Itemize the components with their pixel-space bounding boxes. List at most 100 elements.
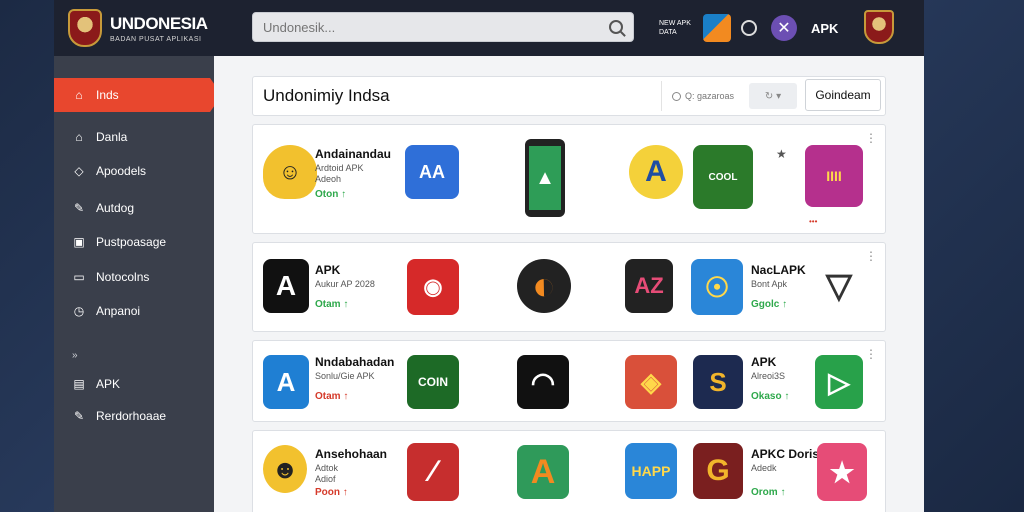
app-icon[interactable]: ◈ (625, 355, 677, 409)
app-subtitle-2: Adeoh (315, 174, 342, 184)
sidebar-item-label: Anpanoi (96, 304, 141, 318)
page-header: Undonimiy Indsa Q: gazaroas ↻ ▾ Goindeam (252, 76, 886, 116)
main-content: Undonimiy Indsa Q: gazaroas ↻ ▾ Goindeam… (214, 56, 924, 512)
edit-icon: ✎ (73, 409, 85, 423)
sidebar-item-label: Rerdorhoaae (96, 409, 167, 423)
app-status: Otam ↑ (315, 299, 349, 310)
sidebar-item-pustpoasage[interactable]: ▣ Pustpoasage (54, 225, 214, 259)
search-icon[interactable] (609, 20, 623, 34)
home-icon: ⌂ (75, 88, 83, 102)
a-app-icon[interactable]: A (263, 259, 309, 313)
app-icon[interactable]: COIN (407, 355, 459, 409)
more-options-icon[interactable]: ⋮ (865, 348, 877, 360)
sidebar-item-label: APK (96, 377, 121, 391)
sidebar-item-label: Pustpoasage (96, 235, 167, 249)
house-icon: ⌂ (75, 130, 83, 144)
app-name: Andainandau (315, 147, 392, 161)
app-status-right: Orom ↑ (751, 487, 786, 498)
brand[interactable]: UNDONESIA BADAN PUSAT APLIKASI (54, 9, 254, 47)
header-action-button[interactable]: Goindeam (805, 79, 881, 111)
circle-icon[interactable] (741, 20, 757, 36)
topbar-actions: NEW APK DATA ✕ APK (659, 10, 838, 46)
app-icon[interactable]: A (517, 445, 569, 499)
brand-title: UNDONESIA (110, 13, 208, 33)
sidebar-item-autdog[interactable]: ✎ Autdog (54, 191, 214, 225)
brand-subtitle: BADAN PUSAT APLIKASI (110, 35, 202, 43)
top-bar: UNDONESIA BADAN PUSAT APLIKASI NEW APK D… (54, 0, 924, 56)
app-row[interactable]: A Nndabahadan Sonlu/Gie APK Otam ↑ COIN … (252, 340, 886, 422)
app-icon[interactable]: ▽ (819, 259, 859, 313)
app-name-right: NacLAPK (751, 263, 806, 277)
app-status-right: Okaso ↑ (751, 391, 790, 402)
app-name-right: APK (751, 355, 777, 369)
phone-app-icon[interactable]: ▲ (525, 139, 565, 217)
app-icon[interactable]: COOL (693, 145, 753, 209)
shield-icon: ◇ (74, 164, 84, 178)
app-status-right: Ggolc ↑ (751, 299, 788, 310)
filter-field[interactable]: Q: gazaroas (661, 81, 747, 111)
sidebar-item-inds[interactable]: ⌂ Inds (54, 78, 222, 112)
search-bar[interactable] (252, 12, 634, 42)
pen-icon: ✎ (73, 201, 85, 215)
app-row[interactable]: ☻ Ansehohaan Adtok Adiof Poon ↑ ∕ A HAPP… (252, 430, 886, 512)
clock-icon: ◷ (73, 304, 85, 318)
app-icon[interactable]: AA (405, 145, 459, 199)
filter-label: Q: gazaroas (685, 91, 735, 101)
sidebar-item-label: Notocolns (96, 270, 150, 284)
crest-logo-icon (68, 9, 102, 47)
sidebar-item-label: Danla (96, 130, 128, 144)
app-icon[interactable]: ◉ (407, 259, 459, 315)
avatar[interactable] (864, 10, 894, 44)
app-name: Nndabahadan (315, 355, 395, 369)
close-icon[interactable]: ✕ (771, 15, 797, 41)
app-icon[interactable]: ◠ (517, 355, 569, 409)
database-icon: ▤ (73, 377, 85, 391)
app-icon[interactable]: ∕ (407, 443, 459, 501)
search-input[interactable] (263, 19, 609, 35)
folder-icon: ▭ (73, 270, 85, 284)
sidebar-item-anpanoi[interactable]: ◷ Anpanoi (54, 294, 214, 328)
phone-screen: ▲ (529, 146, 561, 210)
topbar-mini-text: NEW APK DATA (659, 20, 691, 36)
app-status: Otam ↑ (315, 391, 349, 402)
star-icon[interactable]: ★ (776, 147, 787, 161)
sidebar-item-rerdorhoaae[interactable]: ✎ Rerdorhoaae (54, 399, 214, 433)
app-row[interactable]: ☺ Andainandau Ardtoid APK Adeoh Oton ↑ A… (252, 124, 886, 234)
image-icon: ▣ (73, 235, 85, 249)
sidebar-item-apoodels[interactable]: ◇ Apoodels (54, 154, 214, 188)
apk-link[interactable]: APK (811, 21, 838, 36)
sidebar-item-apk[interactable]: ▤ APK (54, 367, 214, 401)
app-icon[interactable]: A (263, 355, 309, 409)
app-badge: ••• (809, 217, 818, 226)
app-icon[interactable]: ☉ (691, 259, 743, 315)
app-store-logo-icon[interactable] (703, 14, 731, 42)
app-icon[interactable]: A (629, 145, 683, 199)
app-subtitle-right: Adedk (751, 463, 777, 473)
app-subtitle: Adtok (315, 463, 339, 473)
mask-app-icon[interactable]: ☺ (263, 145, 317, 199)
app-icon[interactable]: ◐ (517, 259, 571, 313)
app-icon[interactable]: ★ (817, 443, 867, 501)
app-subtitle: Ardtoid APK (315, 163, 364, 173)
more-options-icon[interactable]: ⋮ (865, 132, 877, 144)
sidebar-item-label: Autdog (96, 201, 135, 215)
app-row[interactable]: A APK Aukur AP 2028 Otam ↑ ◉ ◐ AZ ☉ NacL… (252, 242, 886, 332)
sidebar: ⌂ Inds ⌂ Danla ◇ Apoodels ✎ Autdog ▣ Pus… (54, 56, 222, 512)
sort-dropdown[interactable]: ↻ ▾ (749, 83, 797, 109)
app-icon[interactable]: HAPP (625, 443, 677, 499)
app-icon[interactable]: G (693, 443, 743, 499)
app-subtitle-right: Bont Apk (751, 279, 788, 289)
app-icon[interactable]: IIII (805, 145, 863, 207)
search-icon (672, 91, 681, 101)
app-subtitle: Sonlu/Gie APK (315, 371, 375, 381)
more-options-icon[interactable]: ⋮ (865, 250, 877, 262)
smiley-app-icon[interactable]: ☻ (263, 445, 307, 493)
app-status: Oton ↑ (315, 189, 347, 200)
app-icon[interactable]: AZ (625, 259, 673, 313)
app-subtitle-right: Alreoi3S (751, 371, 786, 381)
app-icon[interactable]: S (693, 355, 743, 409)
app-name: APK (315, 263, 341, 277)
sidebar-item-danla[interactable]: ⌂ Danla (54, 120, 214, 154)
app-icon[interactable]: ▷ (815, 355, 863, 409)
sidebar-item-notocolns[interactable]: ▭ Notocolns (54, 260, 214, 294)
